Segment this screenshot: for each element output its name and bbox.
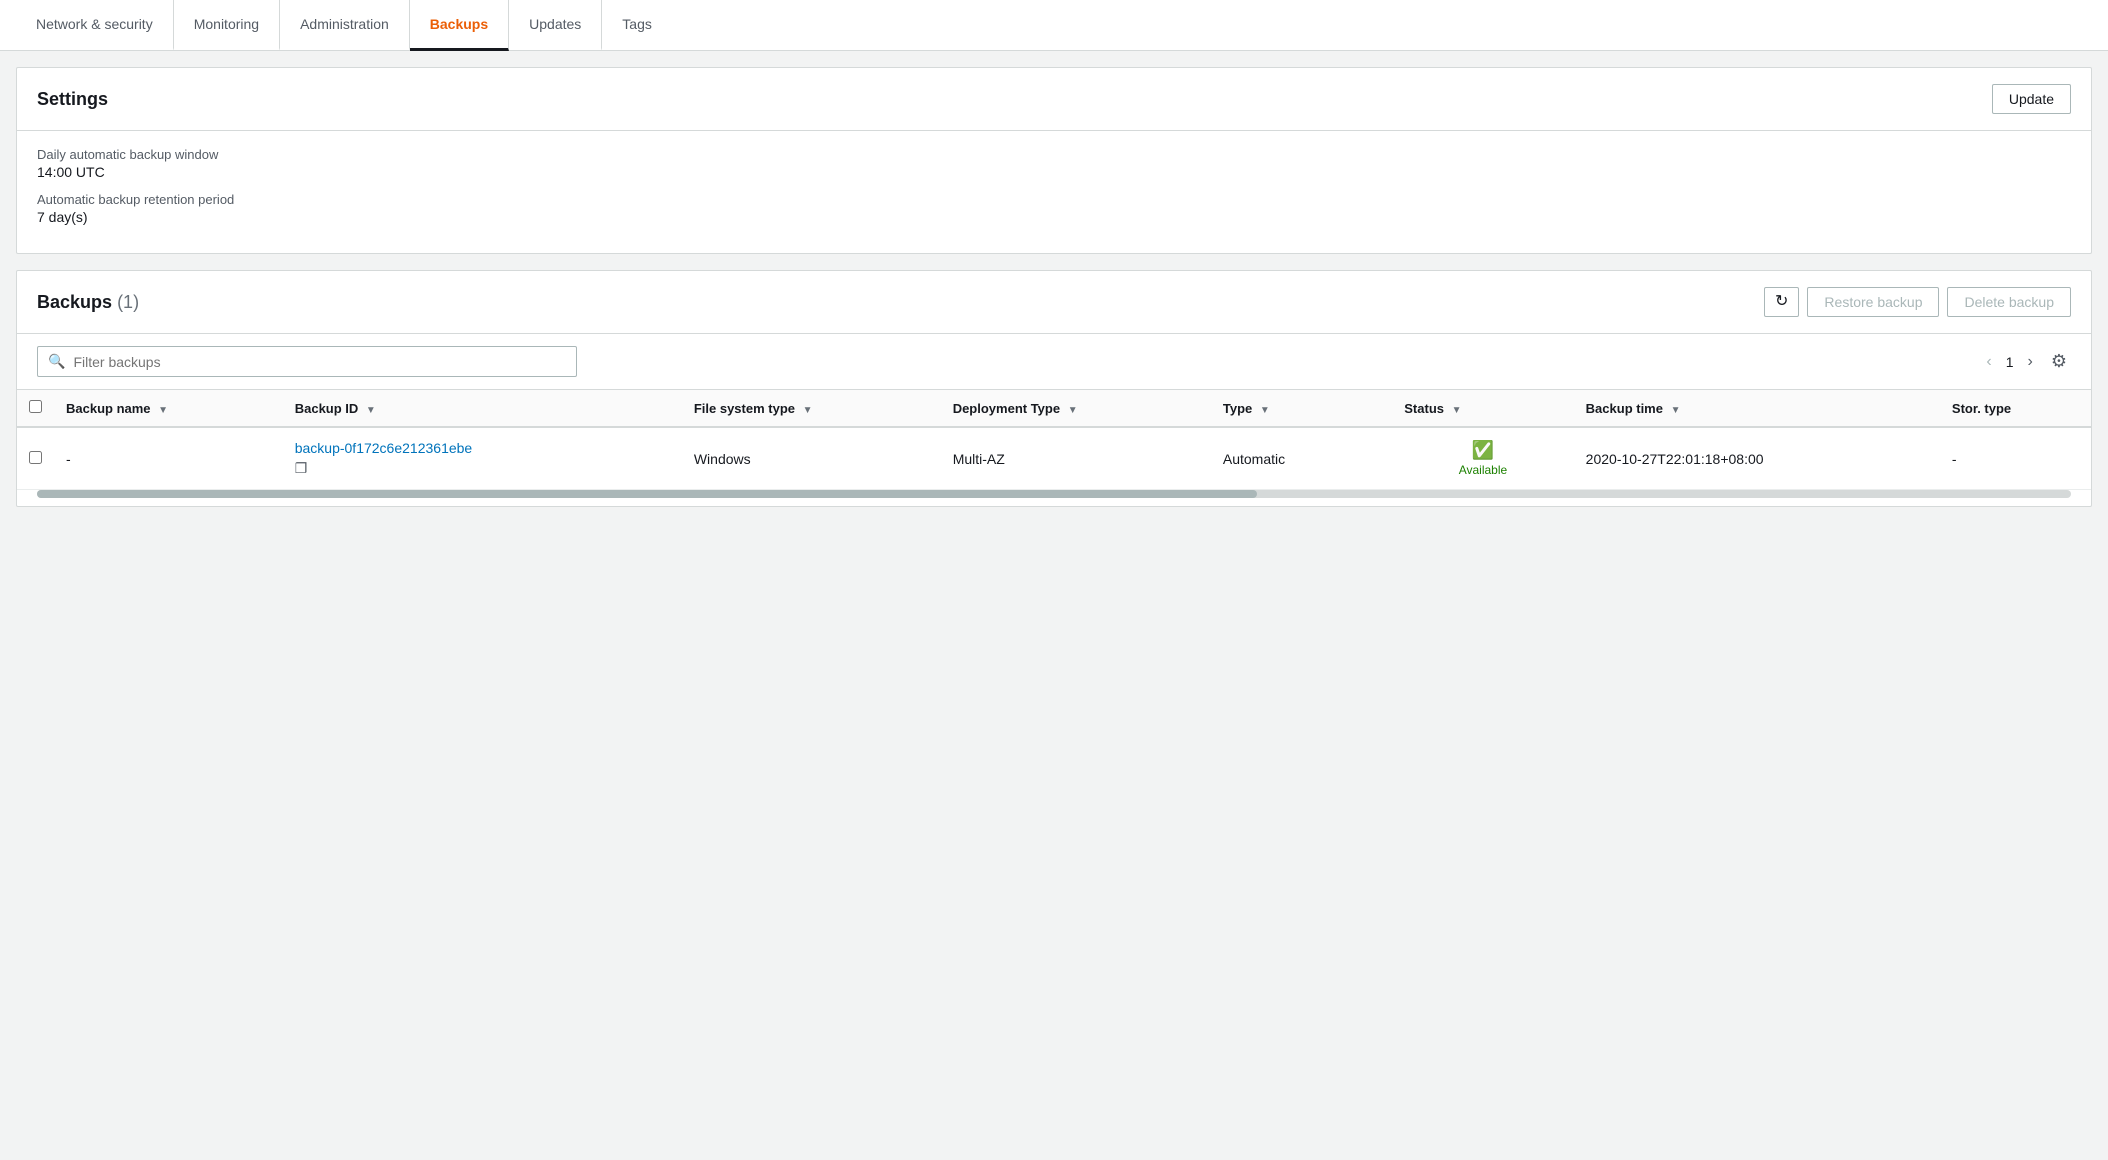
search-icon: 🔍 xyxy=(48,353,65,370)
search-bar-row: 🔍 ‹ 1 › ⚙ xyxy=(17,334,2091,390)
prev-page-button[interactable]: ‹ xyxy=(1980,351,1997,373)
th-backup-id: Backup ID ▼ xyxy=(283,390,682,427)
status-text: Available xyxy=(1459,463,1507,477)
row-checkbox[interactable] xyxy=(29,451,42,464)
copy-icon[interactable]: ❐ xyxy=(295,460,308,477)
tab-administration[interactable]: Administration xyxy=(280,0,410,51)
th-deploy-type: Deployment Type ▼ xyxy=(941,390,1211,427)
sort-backup-name-icon[interactable]: ▼ xyxy=(158,405,168,416)
settings-title: Settings xyxy=(37,89,108,110)
pagination-row: ‹ 1 › ⚙ xyxy=(1980,347,2071,376)
status-available-icon: ✅ xyxy=(1472,440,1494,461)
page-number: 1 xyxy=(2006,354,2014,370)
scrollbar-thumb xyxy=(37,490,1257,498)
cell-backup-id: backup-0f172c6e212361ebe ❐ xyxy=(283,427,682,490)
backup-window-value: 14:00 UTC xyxy=(37,164,2071,180)
sort-type-icon[interactable]: ▼ xyxy=(1260,405,1270,416)
tab-network-security[interactable]: Network & security xyxy=(16,0,174,51)
tab-bar: Network & security Monitoring Administra… xyxy=(0,0,2108,51)
search-input-wrap[interactable]: 🔍 xyxy=(37,346,577,377)
backups-title: Backups (1) xyxy=(37,292,139,312)
sort-fs-type-icon[interactable]: ▼ xyxy=(803,405,813,416)
delete-backup-button[interactable]: Delete backup xyxy=(1947,287,2071,317)
cell-status: ✅ Available xyxy=(1392,427,1573,490)
search-input[interactable] xyxy=(73,354,566,370)
cell-deploy-type: Multi-AZ xyxy=(941,427,1211,490)
cell-backup-name: - xyxy=(54,427,283,490)
backups-header: Backups (1) ↻ Restore backup Delete back… xyxy=(17,271,2091,334)
select-all-checkbox[interactable] xyxy=(29,400,42,413)
next-page-button[interactable]: › xyxy=(2022,351,2039,373)
backups-tbody: - backup-0f172c6e212361ebe ❐ Windows Mul… xyxy=(17,427,2091,490)
table-header-row: Backup name ▼ Backup ID ▼ File system ty… xyxy=(17,390,2091,427)
settings-card: Settings Update Daily automatic backup w… xyxy=(16,67,2092,254)
backup-id-link[interactable]: backup-0f172c6e212361ebe xyxy=(295,440,473,456)
table-row: - backup-0f172c6e212361ebe ❐ Windows Mul… xyxy=(17,427,2091,490)
update-button[interactable]: Update xyxy=(1992,84,2071,114)
th-backup-name: Backup name ▼ xyxy=(54,390,283,427)
th-fs-type: File system type ▼ xyxy=(682,390,941,427)
main-content: Settings Update Daily automatic backup w… xyxy=(0,51,2108,523)
cell-type: Automatic xyxy=(1211,427,1392,490)
tab-updates[interactable]: Updates xyxy=(509,0,602,51)
backups-count: (1) xyxy=(117,292,139,312)
settings-body: Daily automatic backup window 14:00 UTC … xyxy=(17,131,2091,253)
column-settings-button[interactable]: ⚙ xyxy=(2047,347,2071,376)
th-storage-type: Stor. type xyxy=(1940,390,2091,427)
retention-label: Automatic backup retention period xyxy=(37,192,2071,207)
cell-fs-type: Windows xyxy=(682,427,941,490)
tab-monitoring[interactable]: Monitoring xyxy=(174,0,280,51)
backups-title-wrap: Backups (1) xyxy=(37,292,139,313)
backup-window-item: Daily automatic backup window 14:00 UTC xyxy=(37,147,2071,180)
backups-card: Backups (1) ↻ Restore backup Delete back… xyxy=(16,270,2092,507)
cell-storage-type: - xyxy=(1940,427,2091,490)
horizontal-scrollbar[interactable] xyxy=(37,490,2071,498)
tab-backups[interactable]: Backups xyxy=(410,0,509,51)
restore-backup-button[interactable]: Restore backup xyxy=(1807,287,1939,317)
backup-window-label: Daily automatic backup window xyxy=(37,147,2071,162)
th-status: Status ▼ xyxy=(1392,390,1573,427)
th-type: Type ▼ xyxy=(1211,390,1392,427)
sort-deploy-type-icon[interactable]: ▼ xyxy=(1068,405,1078,416)
sort-backup-id-icon[interactable]: ▼ xyxy=(366,405,376,416)
retention-value: 7 day(s) xyxy=(37,209,2071,225)
cell-backup-time: 2020-10-27T22:01:18+08:00 xyxy=(1574,427,1940,490)
settings-header: Settings Update xyxy=(17,68,2091,131)
sort-status-icon[interactable]: ▼ xyxy=(1452,405,1462,416)
backups-table: Backup name ▼ Backup ID ▼ File system ty… xyxy=(17,390,2091,490)
th-backup-time: Backup time ▼ xyxy=(1574,390,1940,427)
sort-backup-time-icon[interactable]: ▼ xyxy=(1671,405,1681,416)
refresh-button[interactable]: ↻ xyxy=(1764,287,1799,317)
backups-table-wrap: Backup name ▼ Backup ID ▼ File system ty… xyxy=(17,390,2091,490)
tab-tags[interactable]: Tags xyxy=(602,0,672,51)
backups-actions: ↻ Restore backup Delete backup xyxy=(1764,287,2071,317)
row-checkbox-cell xyxy=(17,427,54,490)
retention-period-item: Automatic backup retention period 7 day(… xyxy=(37,192,2071,225)
th-select-all xyxy=(17,390,54,427)
